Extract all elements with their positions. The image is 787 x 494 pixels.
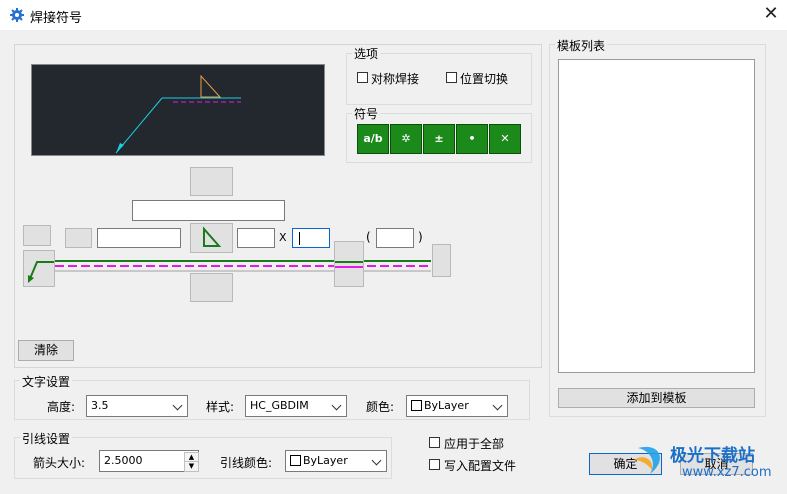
spin-down-icon[interactable]: ▼ (184, 461, 199, 472)
apply-all-checkbox[interactable] (429, 437, 440, 448)
prefix-small-button[interactable] (65, 228, 92, 248)
template-list[interactable] (558, 59, 755, 373)
gear-icon (9, 7, 25, 23)
color-swatch (290, 455, 301, 466)
text-color-combo[interactable]: ByLayer (406, 395, 508, 417)
options-legend: 选项 (352, 45, 381, 62)
height-label: 高度: (47, 400, 76, 414)
weld-type-button[interactable] (190, 223, 233, 253)
left-small-button[interactable] (23, 225, 51, 246)
fillet-weld-icon (203, 226, 222, 247)
tail-line-icon (335, 261, 363, 268)
leader-arrow-icon (28, 261, 54, 283)
symbol-plusminus-text: ± (434, 132, 444, 145)
style-label: 样式: (206, 400, 235, 414)
reference-line (55, 258, 431, 274)
chevron-down-icon (331, 400, 342, 411)
close-icon[interactable]: ✕ (760, 3, 782, 25)
arrow-size-spinner[interactable]: 2.5000 ▲ ▼ (99, 450, 199, 472)
arrow-size-label: 箭头大小: (33, 456, 86, 470)
symbol-dot-button[interactable]: • (456, 124, 488, 154)
template-legend: 模板列表 (555, 37, 608, 54)
arrow-size-value: 2.5000 (104, 454, 143, 467)
length-field[interactable] (237, 228, 275, 248)
symbol-dot-text: • (468, 132, 476, 145)
symbol-plusminus-button[interactable]: ± (423, 124, 455, 154)
title-bar (0, 0, 787, 30)
add-template-button[interactable]: 添加到模板 (558, 388, 755, 408)
symbol-cross-button[interactable]: ✕ (489, 124, 521, 154)
symbol-flower-button[interactable]: ✲ (390, 124, 422, 154)
top-text-field[interactable] (132, 200, 285, 221)
symbol-fraction-text: a/b (363, 132, 383, 145)
style-value: HC_GBDIM (250, 399, 309, 412)
clear-button[interactable]: 清除 (18, 340, 74, 361)
symmetric-checkbox[interactable] (357, 72, 368, 83)
arrow-side-button[interactable] (23, 250, 55, 287)
position-switch-label: 位置切换 (460, 72, 509, 86)
tail-button[interactable] (334, 241, 364, 287)
position-switch-checkbox[interactable] (446, 72, 457, 83)
color-label: 颜色: (366, 400, 395, 414)
symbol-flower-text: ✲ (401, 132, 411, 145)
symbols-legend: 符号 (352, 105, 381, 122)
leader-color-label: 引线颜色: (220, 456, 273, 470)
text-color-value: ByLayer (424, 399, 469, 412)
leader-color-combo[interactable]: ByLayer (285, 450, 387, 472)
watermark-brand: 极光下载站 (670, 446, 755, 466)
style-combo[interactable]: HC_GBDIM (245, 395, 347, 417)
watermark-url: www.xz7.com (682, 465, 772, 480)
symmetric-label: 对称焊接 (371, 72, 420, 86)
window-title: 焊接符号 (30, 11, 83, 26)
color-swatch (411, 400, 422, 411)
write-config-checkbox[interactable] (429, 459, 440, 470)
leader-settings-legend: 引线设置 (20, 430, 73, 447)
top-symbol-button[interactable] (190, 167, 233, 196)
leader-color-value: ByLayer (303, 454, 348, 467)
weld-preview-canvas (31, 64, 325, 156)
pitch-field[interactable] (376, 228, 414, 248)
text-cursor (299, 232, 300, 245)
height-combo[interactable]: 3.5 (86, 395, 188, 417)
symbol-cross-text: ✕ (500, 132, 510, 145)
paren-open: ( (366, 230, 371, 244)
chevron-down-icon (371, 455, 382, 466)
x-separator: X (279, 231, 287, 244)
watermark-logo-icon (630, 440, 670, 481)
text-settings-legend: 文字设置 (20, 373, 73, 390)
paren-close: ) (418, 230, 423, 244)
chevron-down-icon (492, 400, 503, 411)
count-field[interactable] (292, 228, 330, 248)
size-field[interactable] (97, 228, 181, 248)
write-config-label: 写入配置文件 (444, 459, 517, 473)
symbol-fraction-button[interactable]: a/b (357, 124, 389, 154)
bottom-symbol-button[interactable] (190, 273, 233, 302)
height-value: 3.5 (91, 399, 109, 412)
apply-all-label: 应用于全部 (444, 437, 505, 451)
end-tail-button[interactable] (432, 244, 451, 277)
chevron-down-icon (172, 400, 183, 411)
